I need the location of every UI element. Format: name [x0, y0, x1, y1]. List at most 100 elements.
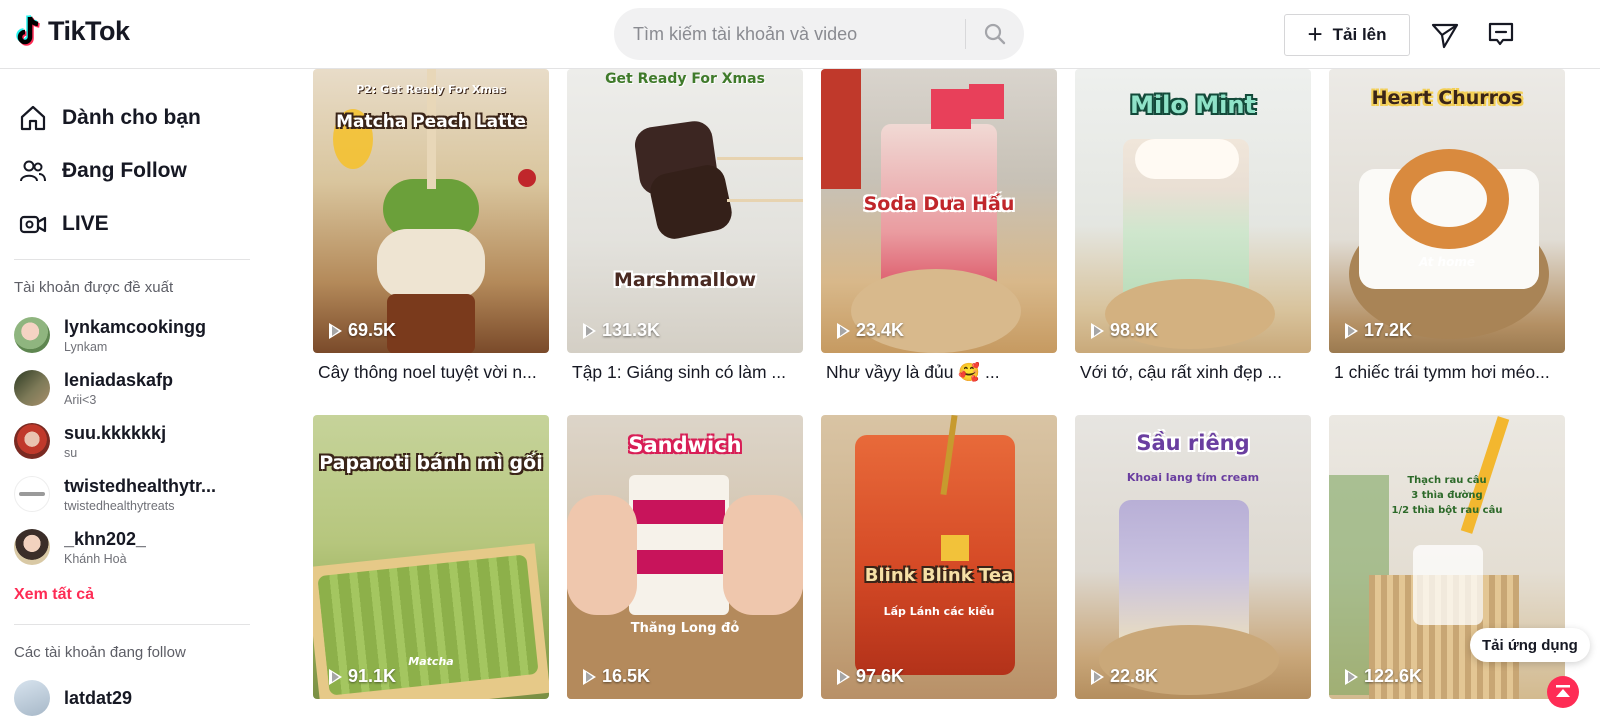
- video-card[interactable]: Sandwich Thăng Long đỏ 16.5K: [567, 415, 803, 699]
- video-card[interactable]: Blink Blink Tea Lấp Lánh các kiểu 97.6K: [821, 415, 1057, 699]
- scroll-to-top-button[interactable]: [1547, 676, 1579, 708]
- video-caption: Tập 1: Giáng sinh có làm ...: [572, 362, 786, 382]
- nav-live[interactable]: LIVE: [18, 204, 109, 244]
- view-count: 97.6K: [837, 666, 904, 687]
- sidebar-divider: [14, 259, 250, 260]
- play-icon: [583, 322, 596, 339]
- thumbnail-title: Soda Dưa Hấu: [863, 193, 1015, 215]
- see-all-link[interactable]: Xem tất cả: [14, 586, 94, 604]
- suggested-account[interactable]: suu.kkkkkkj su: [14, 416, 254, 466]
- following-title: Các tài khoản đang follow: [14, 644, 186, 661]
- thumbnail-title: Milo Mint: [1130, 91, 1256, 119]
- suggested-account[interactable]: leniadaskafp Arii<3: [14, 363, 254, 413]
- suggested-account[interactable]: _khn202_ Khánh Hoà: [14, 522, 254, 572]
- video-thumbnail: P2: Get Ready For Xmas Matcha Peach Latt…: [313, 69, 549, 353]
- video-card[interactable]: Paparoti bánh mì gối Matcha 91.1K: [313, 415, 549, 699]
- nav-label: LIVE: [62, 212, 109, 235]
- video-thumbnail: Sandwich Thăng Long đỏ 16.5K: [567, 415, 803, 699]
- account-name: su: [64, 445, 78, 460]
- view-count: 91.1K: [329, 666, 396, 687]
- nav-label: Đang Follow: [62, 159, 187, 182]
- get-app-button[interactable]: Tải ứng dụng: [1470, 628, 1590, 662]
- play-icon: [329, 668, 342, 685]
- video-thumbnail: Paparoti bánh mì gối Matcha 91.1K: [313, 415, 549, 699]
- thumbnail-title: Paparoti bánh mì gối: [319, 452, 543, 474]
- view-count: 17.2K: [1345, 320, 1412, 341]
- video-card[interactable]: P2: Get Ready For Xmas Matcha Peach Latt…: [313, 69, 549, 383]
- live-icon: [18, 209, 48, 239]
- video-thumbnail: Heart Churros At home 17.2K: [1329, 69, 1565, 353]
- account-username: suu.kkkkkkj: [64, 422, 167, 443]
- video-caption: Với tớ, cậu rất xinh đẹp ...: [1080, 362, 1282, 382]
- video-card[interactable]: Soda Dưa Hấu 23.4K Như vầyy là đủu 🥰 ...: [821, 69, 1057, 383]
- play-icon: [837, 322, 850, 339]
- avatar: [14, 529, 50, 565]
- video-thumbnail: Sầu riêng Khoai lang tím cream 22.8K: [1075, 415, 1311, 699]
- home-icon: [18, 103, 48, 133]
- upload-button[interactable]: + Tải lên: [1284, 14, 1410, 56]
- video-card[interactable]: Sầu riêng Khoai lang tím cream 22.8K: [1075, 415, 1311, 699]
- account-username: leniadaskafp: [64, 369, 174, 390]
- thumbnail-title: Matcha Peach Latte: [336, 112, 526, 132]
- video-caption: Cây thông noel tuyệt vời n...: [318, 362, 537, 382]
- video-thumbnail: Blink Blink Tea Lấp Lánh các kiểu 97.6K: [821, 415, 1057, 699]
- inbox-icon[interactable]: [1486, 20, 1516, 50]
- account-username: lynkamcookingg: [64, 316, 207, 337]
- avatar: [14, 476, 50, 512]
- sidebar-divider: [14, 624, 250, 625]
- play-icon: [583, 668, 596, 685]
- account-name: twistedhealthytreats: [64, 498, 175, 513]
- suggested-account[interactable]: lynkamcookingg Lynkam: [14, 310, 254, 360]
- thumbnail-subtitle: Khoai lang tím cream: [1126, 471, 1260, 484]
- view-count: 98.9K: [1091, 320, 1158, 341]
- view-count: 131.3K: [583, 320, 660, 341]
- video-card[interactable]: Milo Mint 98.9K Với tớ, cậu rất xinh đẹp…: [1075, 69, 1311, 383]
- view-count: 122.6K: [1345, 666, 1422, 687]
- thumbnail-subtitle: Thăng Long đỏ: [630, 621, 740, 636]
- search-input[interactable]: [614, 8, 965, 60]
- nav-following[interactable]: Đang Follow: [18, 151, 187, 191]
- suggested-title: Tài khoản được đề xuất: [14, 279, 174, 296]
- search-bar: [614, 8, 1024, 60]
- thumbnail-recipe: Thạch rau câu 3 thìa đường 1/2 thìa bột …: [1391, 475, 1503, 516]
- play-icon: [1345, 322, 1358, 339]
- view-count: 22.8K: [1091, 666, 1158, 687]
- thumbnail-title: Heart Churros: [1371, 87, 1523, 109]
- account-username: _khn202_: [64, 528, 147, 549]
- video-thumbnail: Milo Mint 98.9K: [1075, 69, 1311, 353]
- messages-send-icon[interactable]: [1430, 20, 1460, 50]
- video-thumbnail: Soda Dưa Hấu 23.4K: [821, 69, 1057, 353]
- account-username: twistedhealthytr...: [64, 475, 217, 496]
- view-count: 16.5K: [583, 666, 650, 687]
- suggested-account[interactable]: twistedhealthytr... twistedhealthytreats: [14, 469, 254, 519]
- tiktok-logo[interactable]: TikTok: [14, 14, 130, 48]
- play-icon: [837, 668, 850, 685]
- nav-label: Dành cho bạn: [62, 106, 201, 129]
- video-caption: Như vầyy là đủu 🥰 ...: [826, 362, 1000, 382]
- account-name: Lynkam: [64, 339, 108, 354]
- avatar: [14, 317, 50, 353]
- following-account[interactable]: latdat29: [14, 673, 254, 723]
- tiktok-wordmark: TikTok: [48, 15, 130, 46]
- video-card[interactable]: Get Ready For Xmas Marshmallow 131.3K Tậ…: [567, 69, 803, 383]
- account-username: latdat29: [64, 687, 133, 708]
- video-thumbnail: Get Ready For Xmas Marshmallow 131.3K: [567, 69, 803, 353]
- plus-icon: +: [1307, 19, 1323, 49]
- search-button[interactable]: [966, 8, 1024, 60]
- play-icon: [1091, 322, 1104, 339]
- video-caption: 1 chiếc trái tymm hơi méo...: [1334, 362, 1550, 382]
- account-name: Arii<3: [64, 392, 97, 407]
- avatar: [14, 370, 50, 406]
- view-count: 69.5K: [329, 320, 396, 341]
- thumbnail-subtitle: P2: Get Ready For Xmas: [356, 83, 506, 96]
- thumbnail-subtitle: Lấp Lánh các kiểu: [883, 605, 995, 618]
- avatar: [14, 423, 50, 459]
- thumbnail-subtitle: At home: [1419, 255, 1475, 269]
- thumbnail-title: Blink Blink Tea: [864, 565, 1014, 586]
- thumbnail-subtitle: Get Ready For Xmas: [605, 71, 765, 87]
- arrow-up-icon: [1556, 685, 1570, 697]
- nav-for-you[interactable]: Dành cho bạn: [18, 98, 201, 138]
- video-card[interactable]: Heart Churros At home 17.2K 1 chiếc trái…: [1329, 69, 1565, 383]
- view-count: 23.4K: [837, 320, 904, 341]
- following-icon: [18, 156, 48, 186]
